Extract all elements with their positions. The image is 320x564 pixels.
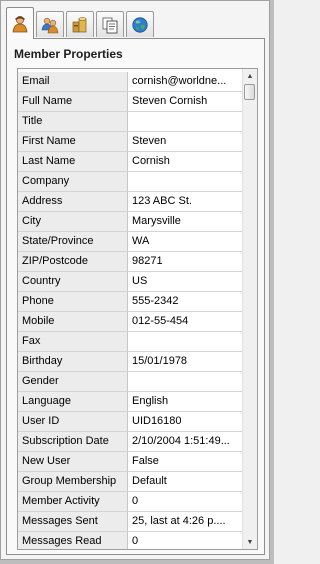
property-label: Address [18, 192, 128, 211]
property-row[interactable]: Last Name Cornish [18, 152, 243, 172]
property-row[interactable]: City Marysville [18, 212, 243, 232]
property-label: Subscription Date [18, 432, 128, 451]
arrow-down-icon: ▼ [246, 538, 254, 546]
scroll-thumb[interactable] [244, 84, 255, 100]
property-label: Company [18, 172, 128, 191]
property-label: Birthday [18, 352, 128, 371]
property-value[interactable] [128, 112, 243, 131]
property-label: Language [18, 392, 128, 411]
property-label: Messages Sent [18, 512, 128, 531]
property-label: ZIP/Postcode [18, 252, 128, 271]
property-label: Group Membership [18, 472, 128, 491]
property-grid: Email cornish@worldne... Full Name Steven C… [17, 68, 258, 550]
window-frame: Member Properties Email cornish@worldne..… [0, 0, 270, 560]
property-label: First Name [18, 132, 128, 151]
property-label: Gender [18, 372, 128, 391]
member-icon [12, 15, 28, 32]
tab-bar [6, 7, 266, 39]
property-row[interactable]: Birthday 15/01/1978 [18, 352, 243, 372]
property-label: Phone [18, 292, 128, 311]
property-row[interactable]: Address 123 ABC St. [18, 192, 243, 212]
property-row[interactable]: Fax [18, 332, 243, 352]
scroll-down-button[interactable]: ▼ [243, 535, 257, 549]
property-value[interactable]: 15/01/1978 [128, 352, 243, 371]
arrow-up-icon: ▲ [246, 72, 254, 80]
property-value[interactable]: 2/10/2004 1:51:49... [128, 432, 243, 451]
vertical-scrollbar[interactable]: ▲ ▼ [242, 69, 257, 549]
property-label: Messages Read [18, 532, 128, 549]
member-properties-panel: Member Properties Email cornish@worldne..… [6, 38, 265, 555]
window-shadow-bottom [0, 560, 274, 564]
globe-icon [132, 16, 148, 33]
property-label: Email [18, 72, 128, 91]
property-label: State/Province [18, 232, 128, 251]
property-value[interactable]: Cornish [128, 152, 243, 171]
property-row[interactable]: Email cornish@worldne... [18, 72, 243, 92]
property-value[interactable]: Steven Cornish [128, 92, 243, 111]
property-row[interactable]: Title [18, 112, 243, 132]
property-row[interactable]: Phone 555-2342 [18, 292, 243, 312]
property-label: City [18, 212, 128, 231]
property-row[interactable]: State/Province WA [18, 232, 243, 252]
property-label: Mobile [18, 312, 128, 331]
property-value[interactable]: 0 [128, 532, 243, 549]
property-value[interactable]: US [128, 272, 243, 291]
property-label: User ID [18, 412, 128, 431]
tab-groups[interactable] [36, 11, 64, 37]
property-value[interactable]: False [128, 452, 243, 471]
property-row[interactable]: Country US [18, 272, 243, 292]
property-value[interactable]: Steven [128, 132, 243, 151]
property-label: Title [18, 112, 128, 131]
property-label: New User [18, 452, 128, 471]
property-row[interactable]: ZIP/Postcode 98271 [18, 252, 243, 272]
documents-icon [102, 17, 118, 33]
property-value[interactable]: WA [128, 232, 243, 251]
property-row[interactable]: Language English [18, 392, 243, 412]
property-row[interactable]: User ID UID16180 [18, 412, 243, 432]
property-value[interactable]: 555-2342 [128, 292, 243, 311]
property-row[interactable]: Messages Sent 25, last at 4:26 p.... [18, 512, 243, 532]
property-row[interactable]: First Name Steven [18, 132, 243, 152]
property-value[interactable]: cornish@worldne... [128, 72, 243, 91]
property-value[interactable] [128, 372, 243, 391]
property-row[interactable]: Mobile 012-55-454 [18, 312, 243, 332]
property-row[interactable]: Group Membership Default [18, 472, 243, 492]
property-row[interactable]: Full Name Steven Cornish [18, 92, 243, 112]
property-value[interactable]: Marysville [128, 212, 243, 231]
database-stack-icon [72, 16, 87, 32]
property-row[interactable]: Member Activity 0 [18, 492, 243, 512]
property-value[interactable]: 0 [128, 492, 243, 511]
property-value[interactable]: 123 ABC St. [128, 192, 243, 211]
panel-title: Member Properties [14, 47, 123, 61]
property-label: Country [18, 272, 128, 291]
property-label: Full Name [18, 92, 128, 111]
property-value[interactable]: Default [128, 472, 243, 491]
property-label: Member Activity [18, 492, 128, 511]
window-shadow-right [270, 0, 274, 564]
scroll-up-button[interactable]: ▲ [243, 69, 257, 83]
property-value[interactable] [128, 172, 243, 191]
users-group-icon [41, 17, 59, 33]
property-row[interactable]: New User False [18, 452, 243, 472]
property-row[interactable]: Subscription Date 2/10/2004 1:51:49... [18, 432, 243, 452]
property-value[interactable] [128, 332, 243, 351]
property-value[interactable]: English [128, 392, 243, 411]
property-row[interactable]: Gender [18, 372, 243, 392]
tab-database[interactable] [66, 11, 94, 37]
property-label: Fax [18, 332, 128, 351]
property-row[interactable]: Messages Read 0 [18, 532, 243, 549]
property-value[interactable]: 98271 [128, 252, 243, 271]
property-row[interactable]: Company [18, 172, 243, 192]
property-value[interactable]: 25, last at 4:26 p.... [128, 512, 243, 531]
tab-member[interactable] [6, 7, 34, 39]
tab-documents[interactable] [96, 11, 124, 37]
property-value[interactable]: UID16180 [128, 412, 243, 431]
property-label: Last Name [18, 152, 128, 171]
property-value[interactable]: 012-55-454 [128, 312, 243, 331]
tab-globe[interactable] [126, 11, 154, 37]
